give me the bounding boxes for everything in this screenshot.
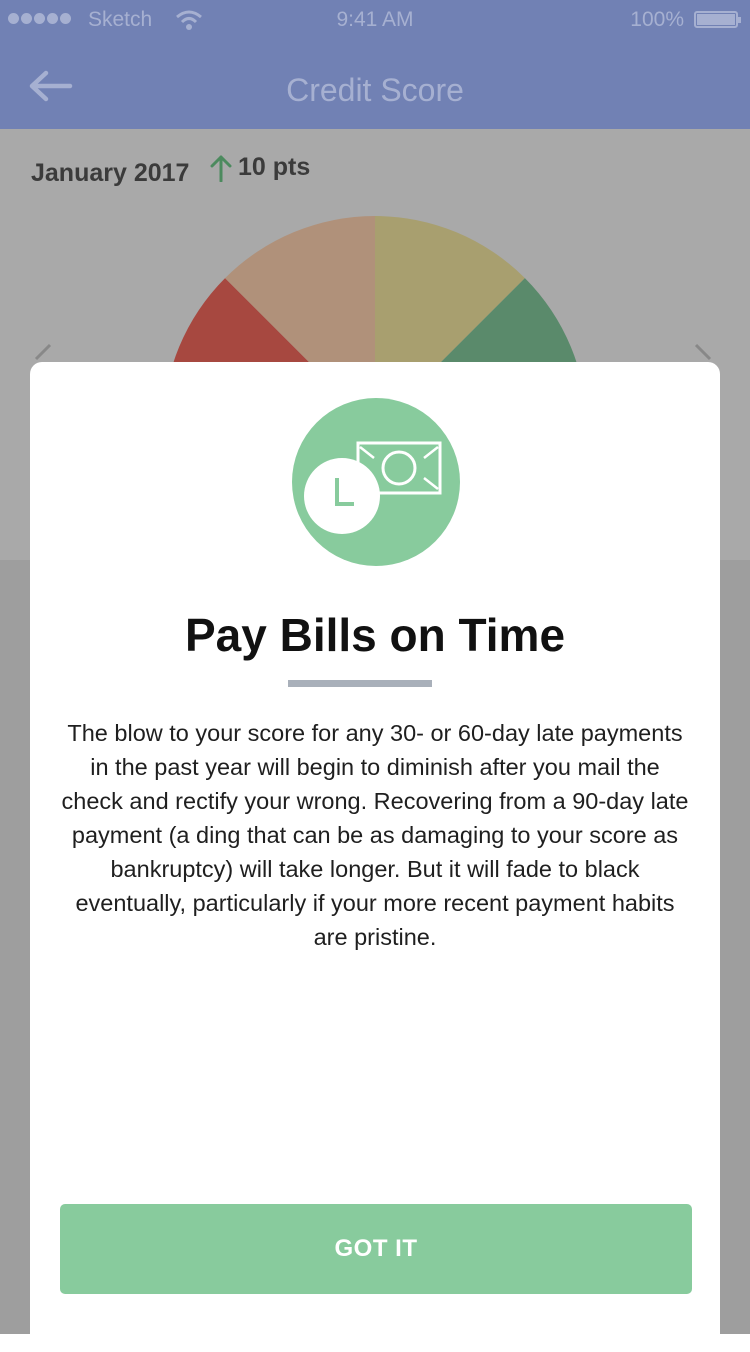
battery-icon (694, 11, 741, 28)
nav-bar: Credit Score (0, 40, 750, 129)
got-it-button[interactable]: GOT IT (60, 1204, 692, 1294)
title-divider (288, 680, 432, 687)
score-change-value: 10 pts (238, 153, 311, 181)
page-title: Credit Score (286, 72, 464, 108)
tip-modal: Pay Bills on Time The blow to your score… (30, 362, 720, 1352)
clock-money-icon (292, 398, 460, 566)
modal-title: Pay Bills on Time (184, 609, 566, 661)
status-bar: Sketch 9:41 AM 100% (0, 0, 750, 40)
modal-body-text: The blow to your score for any 30- or 60… (61, 720, 689, 950)
score-month: January 2017 (31, 159, 190, 187)
score-change: 10 pts (210, 153, 310, 182)
arrow-up-icon (210, 155, 232, 182)
battery-percent: 100% (630, 8, 684, 31)
